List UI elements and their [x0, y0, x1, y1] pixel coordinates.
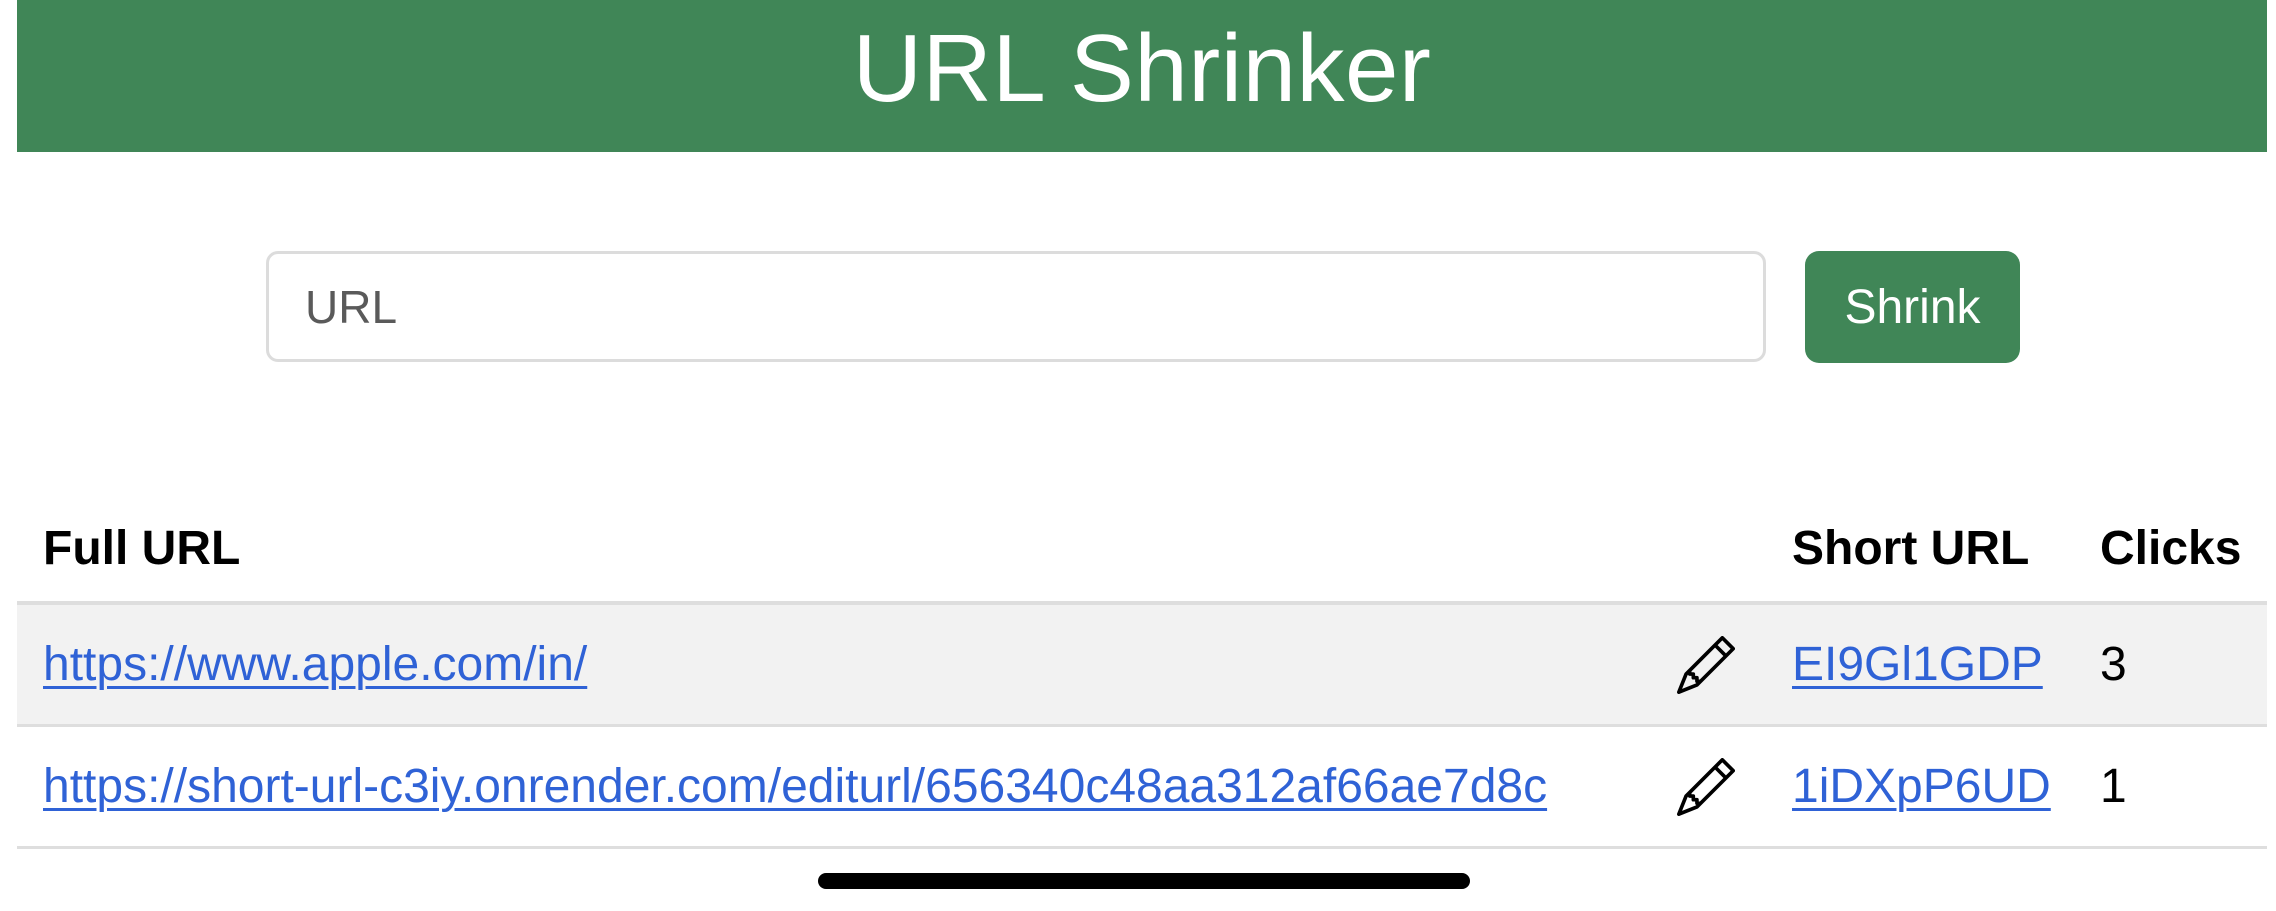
edit-cell	[1677, 727, 1735, 846]
full-url-link[interactable]: https://short-url-c3iy.onrender.com/edit…	[43, 759, 1547, 814]
short-url-cell: 1iDXpP6UD	[1792, 727, 2051, 846]
table-header-row: Full URL Short URL Clicks	[17, 495, 2267, 605]
table-row: https://short-url-c3iy.onrender.com/edit…	[17, 727, 2267, 849]
page-title: URL Shrinker	[852, 15, 1432, 122]
full-url-link[interactable]: https://www.apple.com/in/	[43, 637, 587, 692]
column-header-full-url: Full URL	[43, 521, 241, 575]
short-url-link[interactable]: 1iDXpP6UD	[1792, 759, 2051, 814]
column-header-clicks: Clicks	[2100, 521, 2242, 575]
app-header: URL Shrinker	[17, 0, 2267, 152]
clicks-count: 3	[2100, 638, 2127, 691]
column-header-short-url: Short URL	[1792, 521, 2030, 575]
pencil-icon[interactable]	[1677, 757, 1735, 816]
shrink-button[interactable]: Shrink	[1805, 251, 2020, 363]
home-indicator[interactable]	[818, 873, 1470, 889]
url-table: Full URL Short URL Clicks https://www.ap…	[17, 495, 2267, 849]
short-url-link[interactable]: EI9Gl1GDP	[1792, 637, 2043, 692]
full-url-cell: https://www.apple.com/in/	[43, 605, 587, 724]
full-url-cell: https://short-url-c3iy.onrender.com/edit…	[43, 727, 1547, 846]
clicks-count: 1	[2100, 760, 2127, 813]
pencil-icon[interactable]	[1677, 635, 1735, 694]
table-row: https://www.apple.com/in/ EI9Gl1GDP 3	[17, 605, 2267, 727]
edit-cell	[1677, 605, 1735, 724]
short-url-cell: EI9Gl1GDP	[1792, 605, 2043, 724]
url-input[interactable]	[266, 251, 1766, 362]
